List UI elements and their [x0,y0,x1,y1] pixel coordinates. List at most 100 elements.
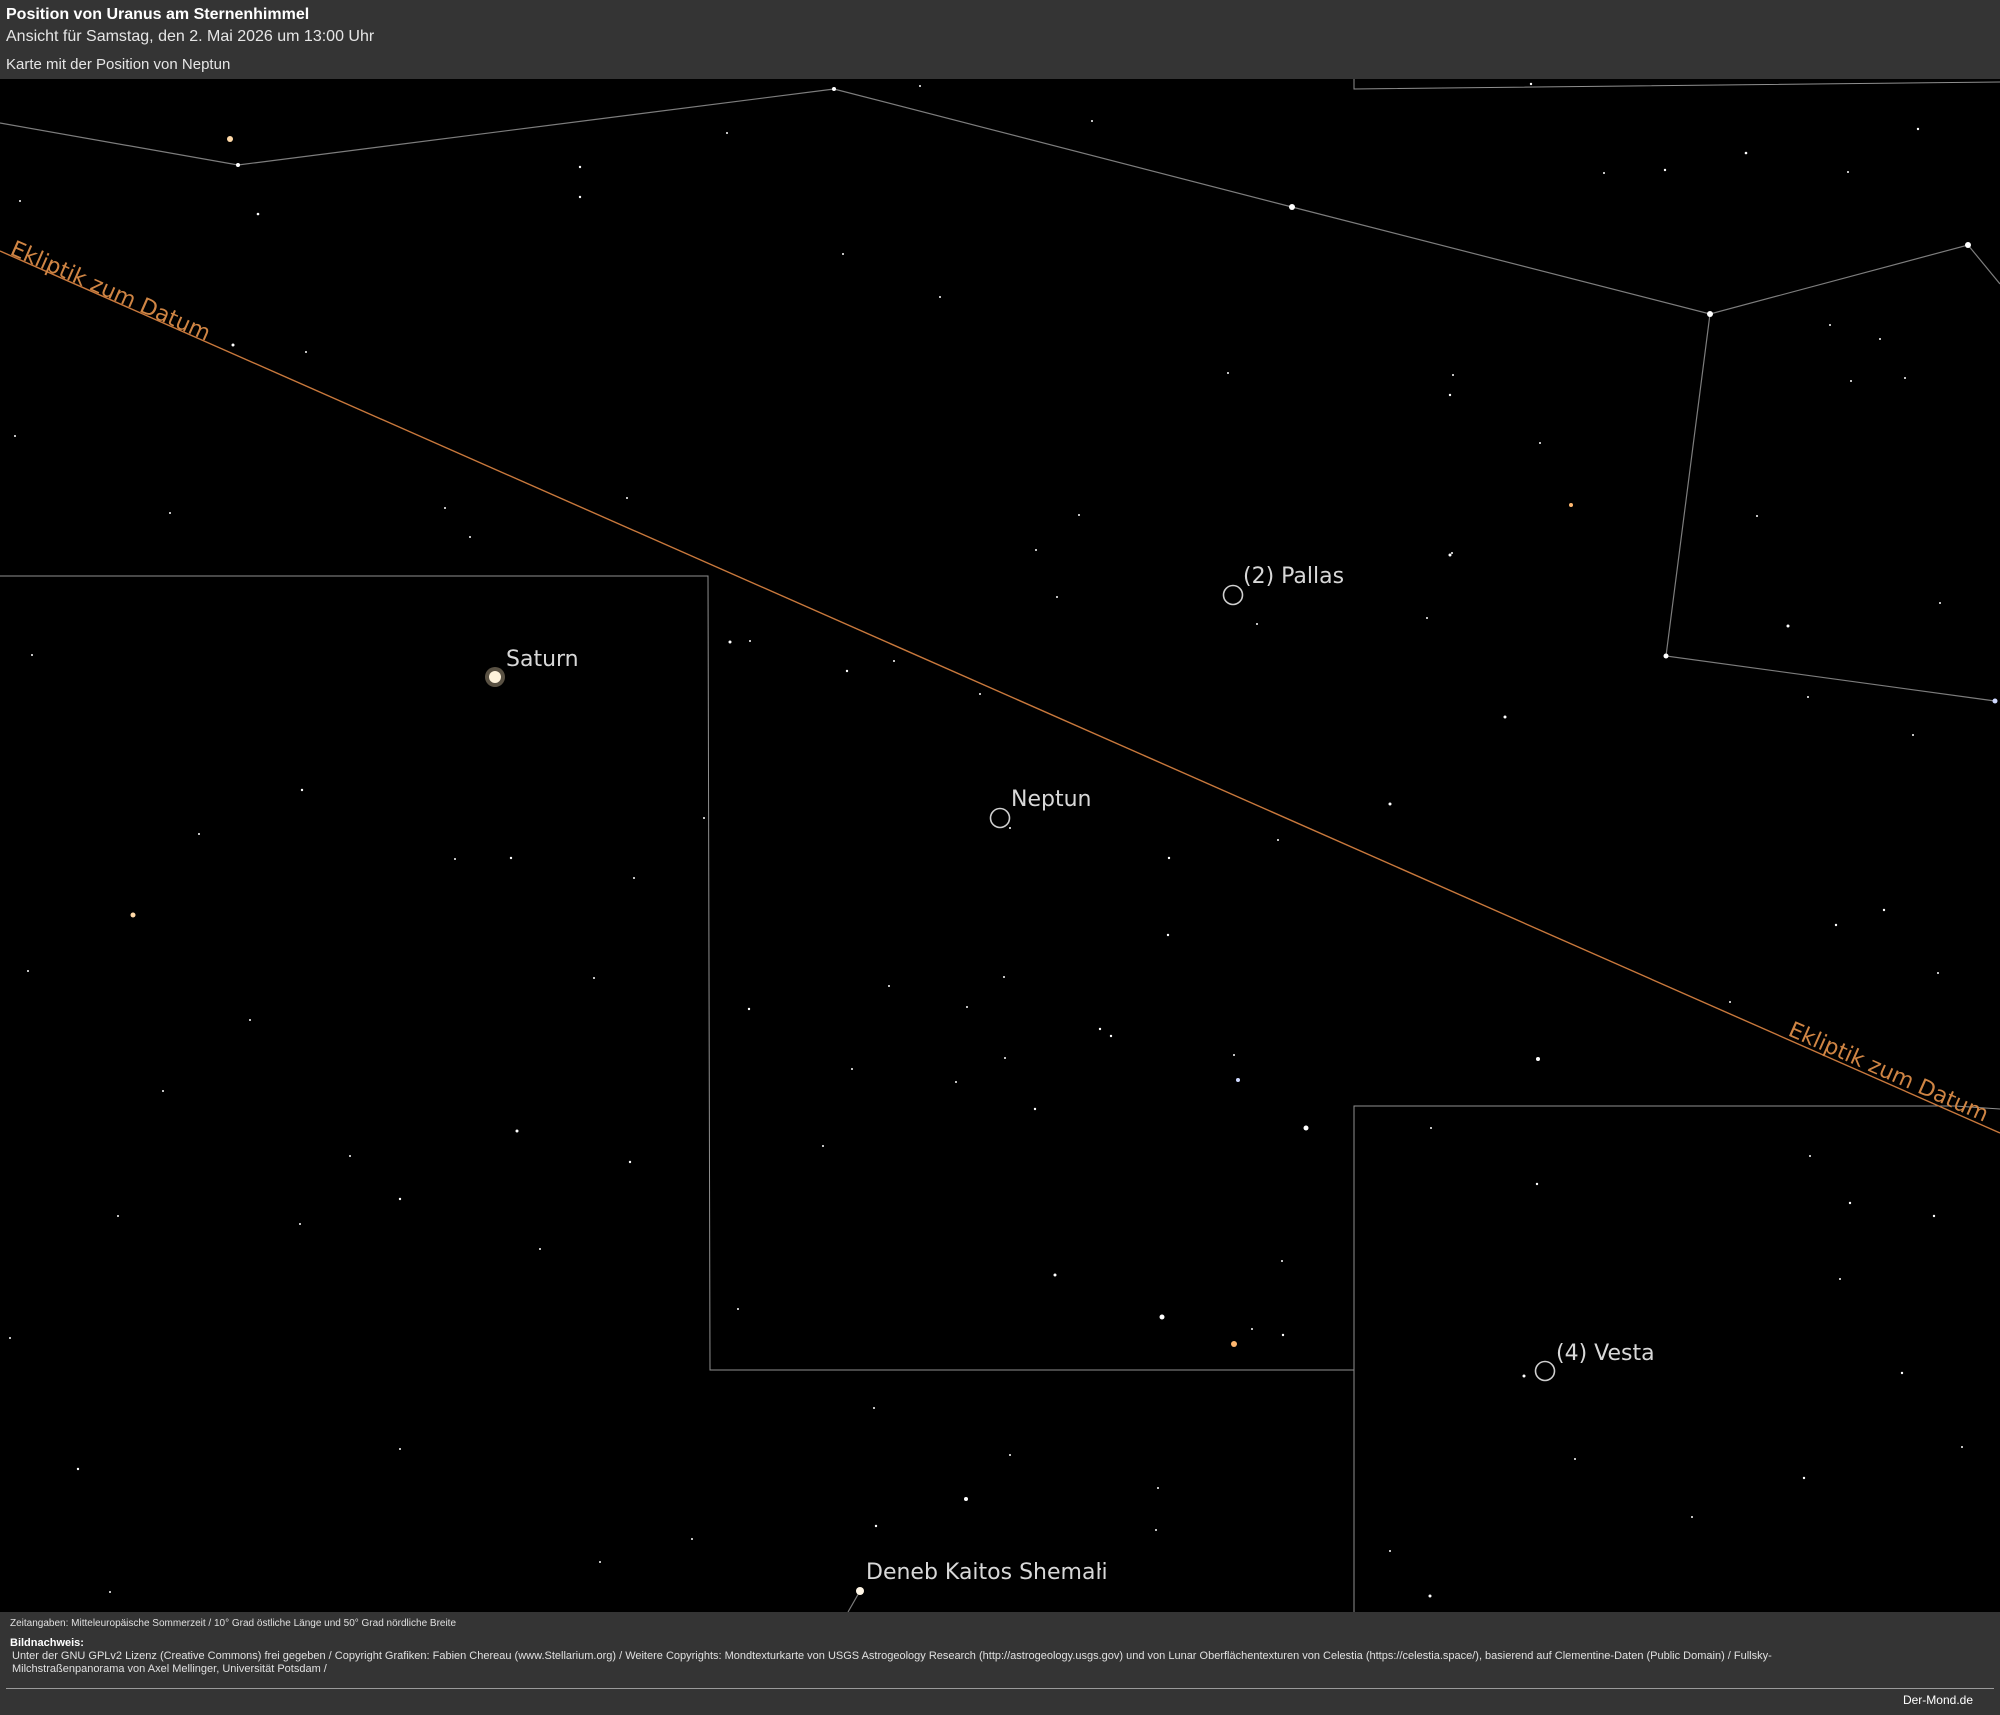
deneb-label: Deneb Kaitos Shemali [866,1560,1108,1585]
neptun-marker[interactable]: Neptun [989,787,1092,829]
star [1848,1201,1852,1205]
star-map[interactable]: Ekliptik zum Datum Ekliptik zum Datum Sa… [0,79,2000,1612]
constellation-boundaries [0,79,2000,1612]
star [1529,82,1533,86]
star [9,1337,11,1339]
star [749,640,751,642]
star [1251,1328,1253,1330]
star [737,1308,739,1310]
star [1744,151,1748,155]
star [874,1524,878,1528]
star [1430,1127,1432,1129]
saturn-marker[interactable]: Saturn [485,647,579,687]
deneb-kaitos-shemali-marker[interactable]: Deneb Kaitos Shemali [856,1560,1108,1595]
star [539,1248,541,1250]
star [1729,1001,1731,1003]
star [1004,1057,1006,1059]
credit-text: Unter der GNU GPLv2 Lizenz (Creative Com… [12,1650,1772,1675]
star [747,1007,751,1011]
saturn-label: Saturn [506,647,579,672]
star [198,833,200,835]
star [1939,602,1941,604]
star [300,788,304,792]
vesta-label: (4) Vesta [1556,1341,1655,1366]
pallas-circle [1222,584,1244,606]
star [1536,1057,1540,1061]
star [1033,1107,1037,1111]
star [966,1006,968,1008]
star [1056,596,1058,598]
star [964,1497,968,1501]
star [919,85,921,87]
star [1227,372,1229,374]
star [1289,204,1295,210]
star [1452,374,1454,376]
star-map-canvas: Ekliptik zum Datum Ekliptik zum Datum Sa… [0,79,2000,1612]
neptun-label: Neptun [1011,787,1091,812]
star [1448,553,1452,557]
star [1786,624,1790,628]
star [726,132,728,134]
map-caption: Karte mit der Position von Neptun [6,56,231,73]
star [399,1448,401,1450]
star [162,1090,164,1092]
star [509,856,513,860]
star [1009,1454,1011,1456]
star [939,296,941,298]
constellation-line [0,88,2000,315]
star [305,351,307,353]
star [249,1019,251,1021]
star [1167,856,1171,860]
star [1807,696,1809,698]
star [955,1081,957,1083]
boundary-line [0,575,1355,1612]
star [1035,549,1037,551]
star [1663,653,1669,659]
vesta-circle [1534,1360,1556,1382]
star [299,1223,301,1225]
star [1078,514,1080,516]
star [1388,802,1392,806]
pallas-marker[interactable]: (2) Pallas [1222,564,1345,606]
star [691,1538,693,1540]
star [454,858,456,860]
star [1426,617,1428,619]
star [1839,1278,1841,1280]
star [1603,172,1605,174]
star [578,195,582,199]
star [1802,1476,1806,1480]
star [1157,1487,1159,1489]
star [1937,972,1939,974]
star [703,817,705,819]
star [169,512,171,514]
star [1091,120,1093,122]
star [1166,933,1170,937]
star [1829,324,1831,326]
neptun-circle [989,807,1011,829]
site-name[interactable]: Der-Mond.de [1903,1693,1973,1707]
footer: Zeitangaben: Mitteleuropäische Sommerzei… [0,1612,2000,1715]
star [1303,1125,1309,1131]
star [117,1215,119,1217]
star [888,985,890,987]
deneb-dot [856,1587,864,1595]
saturn-dot [489,671,501,683]
footer-divider [6,1688,1994,1689]
star [1451,552,1453,554]
header: Position von Uranus am Sternenhimmel Ans… [0,0,2000,79]
vesta-marker[interactable]: (4) Vesta [1534,1341,1655,1382]
star [398,1197,402,1201]
boundary-line [1353,79,2000,90]
star [1912,734,1914,736]
star [1281,1260,1283,1262]
star [1965,242,1971,248]
star [469,536,471,538]
star [1098,1027,1102,1031]
star [1256,623,1258,625]
star [1756,515,1758,517]
star [822,1145,824,1147]
star [1428,1594,1432,1598]
star [1535,1182,1539,1186]
star [1539,442,1541,444]
star [1932,1214,1936,1218]
